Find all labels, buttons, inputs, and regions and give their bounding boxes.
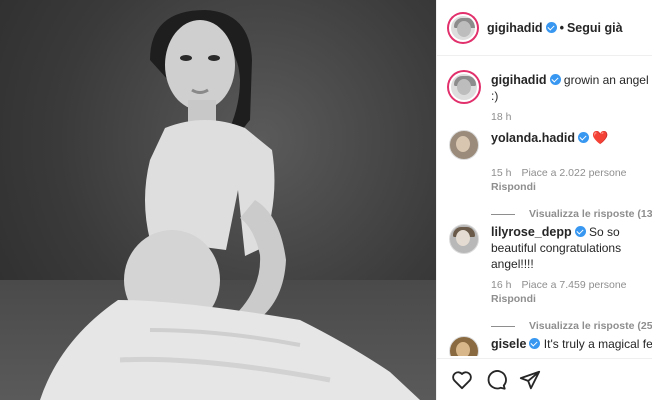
caption-time[interactable]: 18 h: [491, 111, 511, 123]
author-avatar[interactable]: [449, 13, 477, 42]
comment-text-wrap: lilyrose_depp So so beautiful congratula…: [491, 224, 652, 272]
comment-username[interactable]: lilyrose_depp: [491, 225, 572, 239]
like-button[interactable]: [449, 367, 475, 393]
caption-avatar[interactable]: [449, 72, 479, 102]
comment-text: ❤️: [592, 130, 609, 145]
action-bar: [437, 358, 652, 400]
reply-button[interactable]: Rispondi: [491, 292, 643, 306]
comment-meta: 15 h Piace a 2.022 persone Rispondi: [491, 166, 652, 194]
view-replies-label: Visualizza le risposte (25): [529, 320, 652, 332]
post-photo[interactable]: [0, 0, 436, 400]
heart-icon: [452, 370, 472, 389]
commenter-avatar[interactable]: [449, 336, 479, 356]
commenter-avatar[interactable]: [449, 224, 479, 254]
comment-time[interactable]: 16 h: [491, 279, 511, 291]
comment-button[interactable]: [483, 367, 509, 393]
comment-likes[interactable]: Piace a 7.459 persone: [521, 279, 626, 291]
commenter-avatar[interactable]: [449, 130, 479, 160]
comment-meta: 16 h Piace a 7.459 persone Rispondi: [491, 278, 652, 306]
view-replies-button[interactable]: Visualizza le risposte (25): [491, 320, 652, 332]
follow-button[interactable]: Segui già: [567, 21, 623, 35]
comment-item: gisele It's truly a magical feeling: [449, 336, 652, 356]
caption-meta: 18 h: [491, 110, 652, 124]
comment-username[interactable]: gisele: [491, 337, 526, 351]
caption-username[interactable]: gigihadid: [491, 73, 547, 87]
verified-icon: [578, 132, 590, 143]
author-username[interactable]: gigihadid: [487, 21, 543, 35]
caption-text-wrap: gigihadid growin an angel :): [491, 72, 652, 104]
header-names: gigihadid • Segui già: [487, 21, 623, 35]
caption: gigihadid growin an angel :) 18 h: [449, 72, 652, 124]
view-replies-label: Visualizza le risposte (13): [529, 208, 652, 220]
post-header: gigihadid • Segui già: [437, 0, 652, 56]
comment-icon: [487, 369, 507, 390]
replies-line: [491, 213, 515, 215]
comment-time[interactable]: 15 h: [491, 167, 511, 179]
share-icon: [519, 370, 541, 389]
portrait-figure: [40, 10, 420, 400]
separator-dot: •: [559, 20, 564, 35]
verified-icon: [549, 74, 561, 85]
comment-text-wrap: yolanda.hadid ❤️: [491, 130, 652, 160]
comments-list[interactable]: gigihadid growin an angel :) 18 h yoland…: [437, 56, 652, 356]
comment-text-wrap: gisele It's truly a magical feeling: [491, 336, 652, 356]
post-viewer: gigihadid • Segui già gigihadid growin an …: [0, 0, 652, 400]
share-button[interactable]: [517, 367, 543, 393]
verified-icon: [574, 226, 586, 237]
reply-button[interactable]: Rispondi: [491, 180, 643, 194]
post-sidebar: gigihadid • Segui già gigihadid growin an …: [436, 0, 652, 400]
verified-icon: [545, 21, 557, 33]
view-replies-button[interactable]: Visualizza le risposte (13): [491, 208, 652, 220]
comment-item: yolanda.hadid ❤️ 15 h Piace a 2.022 perso…: [449, 130, 652, 220]
comment-likes[interactable]: Piace a 2.022 persone: [521, 167, 626, 179]
verified-icon: [529, 338, 541, 349]
comment-username[interactable]: yolanda.hadid: [491, 131, 575, 145]
replies-line: [491, 325, 515, 327]
comment-item: lilyrose_depp So so beautiful congratula…: [449, 224, 652, 332]
comment-text: It's truly a magical feeling: [543, 337, 652, 351]
